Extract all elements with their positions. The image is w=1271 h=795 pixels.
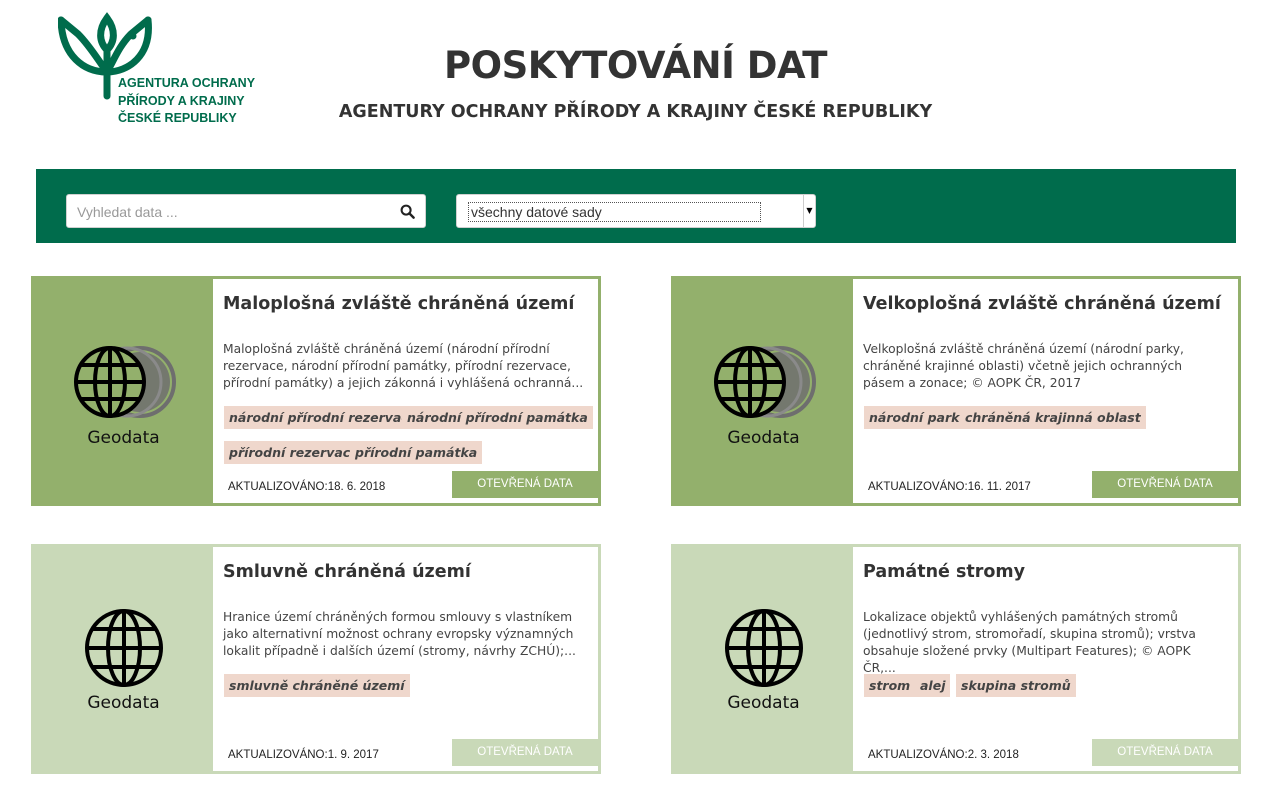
globe-icon: [714, 346, 816, 418]
search-bar: všechny datové sady ▼: [36, 169, 1236, 243]
globe-icon: [725, 609, 803, 687]
tag[interactable]: skupina stromů: [956, 674, 1076, 697]
updated-value: 2. 3. 2018: [967, 749, 1019, 761]
card-thumbnail: Geodata: [674, 279, 853, 503]
tag[interactable]: národní park: [864, 406, 965, 429]
tag[interactable]: přírodní rezervace: [224, 441, 364, 464]
open-data-button[interactable]: OTEVŘENÁ DATA: [1092, 471, 1238, 498]
dataset-card[interactable]: Geodata Velkoplošná zvláště chráněná úze…: [671, 276, 1241, 506]
tag[interactable]: chráněná krajinná oblast: [960, 406, 1146, 429]
tag[interactable]: národní přírodní rezervace: [224, 406, 423, 429]
card-body: Velkoplošná zvláště chráněná území Velko…: [863, 279, 1238, 503]
page-title: POSKYTOVÁNÍ DAT: [444, 44, 827, 87]
card-thumbnail: Geodata: [34, 547, 213, 771]
card-description: Maloplošná zvláště chráněná území (národ…: [223, 342, 584, 390]
card-title[interactable]: Maloplošná zvláště chráněná území: [223, 294, 574, 314]
tag[interactable]: smluvně chráněné území: [224, 674, 410, 697]
globe-icon: [74, 346, 176, 418]
page-subtitle: AGENTURY OCHRANY PŘÍRODY A KRAJINY ČESKÉ…: [338, 102, 933, 122]
dataset-card[interactable]: Geodata Smluvně chráněná území Hranice ú…: [31, 544, 601, 774]
updated-value: 18. 6. 2018: [327, 481, 386, 493]
chevron-down-icon[interactable]: ▼: [803, 195, 815, 227]
tag[interactable]: přírodní památka: [350, 441, 483, 464]
globe-icon: [85, 609, 163, 687]
card-title[interactable]: Smluvně chráněná území: [223, 562, 471, 582]
search-icon[interactable]: [400, 204, 415, 219]
updated-label: AKTUALIZOVÁNO:: [868, 749, 968, 761]
card-thumbnail: Geodata: [34, 279, 213, 503]
updated-value: 16. 11. 2017: [967, 481, 1031, 493]
updated-date: AKTUALIZOVÁNO:18. 6. 2018: [228, 481, 385, 493]
card-title[interactable]: Velkoplošná zvláště chráněná území: [863, 294, 1221, 314]
card-description: Velkoplošná zvláště chráněná území (náro…: [863, 342, 1184, 390]
card-type-label: Geodata: [727, 693, 800, 713]
search-input[interactable]: [77, 201, 387, 223]
tag[interactable]: alej: [915, 674, 951, 697]
card-type-label: Geodata: [87, 693, 160, 713]
open-data-button[interactable]: OTEVŘENÁ DATA: [452, 739, 598, 766]
updated-label: AKTUALIZOVÁNO:: [228, 749, 328, 761]
dataset-filter-value: všechny datové sady: [468, 202, 761, 222]
card-body: Smluvně chráněná území Hranice území chr…: [223, 547, 598, 771]
tag[interactable]: národní přírodní památka: [402, 406, 593, 429]
updated-date: AKTUALIZOVÁNO:2. 3. 2018: [868, 749, 1019, 761]
updated-value: 1. 9. 2017: [327, 749, 379, 761]
card-description: Lokalizace objektů vyhlášených památných…: [863, 610, 1196, 675]
updated-label: AKTUALIZOVÁNO:: [228, 481, 328, 493]
open-data-button[interactable]: OTEVŘENÁ DATA: [1092, 739, 1238, 766]
card-description: Hranice území chráněných formou smlouvy …: [223, 610, 576, 658]
search-box: [66, 194, 426, 228]
updated-date: AKTUALIZOVÁNO:16. 11. 2017: [868, 481, 1031, 493]
card-type-label: Geodata: [87, 428, 160, 448]
card-thumbnail: Geodata: [674, 547, 853, 771]
card-body: Památné stromy Lokalizace objektů vyhláš…: [863, 547, 1238, 771]
card-title[interactable]: Památné stromy: [863, 562, 1025, 582]
open-data-button[interactable]: OTEVŘENÁ DATA: [452, 471, 598, 498]
dataset-card[interactable]: Geodata Maloplošná zvláště chráněná územ…: [31, 276, 601, 506]
tag[interactable]: strom: [864, 674, 916, 697]
card-type-label: Geodata: [727, 428, 800, 448]
updated-label: AKTUALIZOVÁNO:: [868, 481, 968, 493]
card-body: Maloplošná zvláště chráněná území Malopl…: [223, 279, 598, 503]
dataset-filter-select[interactable]: všechny datové sady ▼: [456, 194, 816, 228]
dataset-card[interactable]: Geodata Památné stromy Lokalizace objekt…: [671, 544, 1241, 774]
updated-date: AKTUALIZOVÁNO:1. 9. 2017: [228, 749, 379, 761]
